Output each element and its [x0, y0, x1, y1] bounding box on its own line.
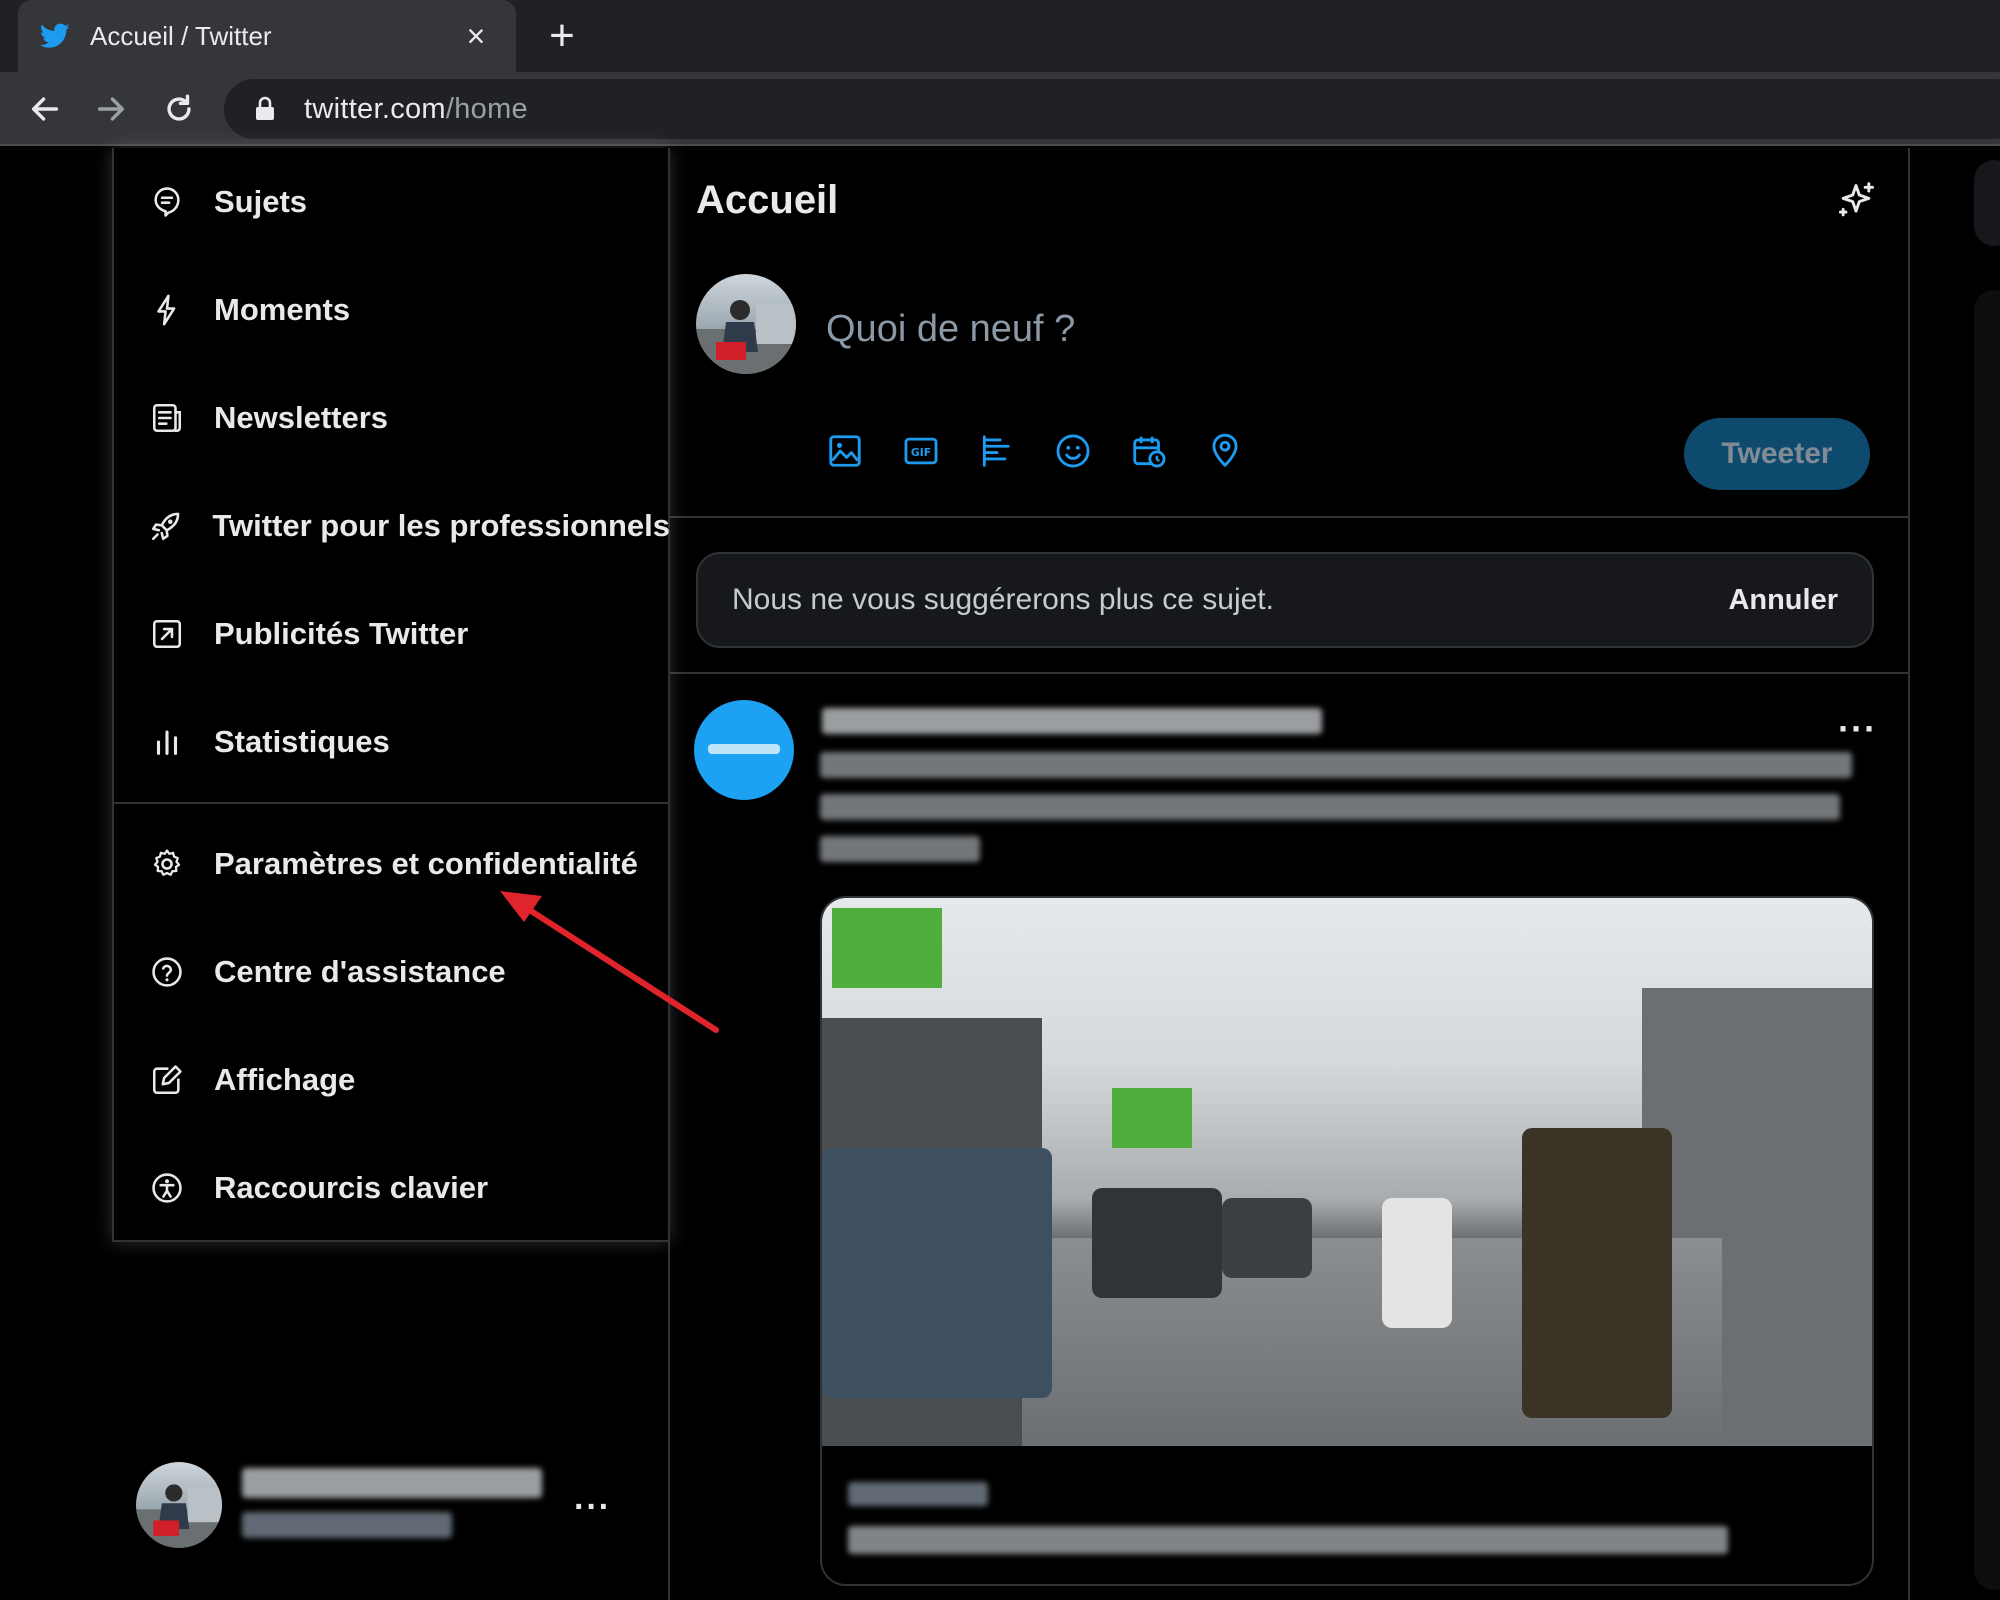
tweet-text-redacted [820, 836, 980, 862]
tweet-button[interactable]: Tweeter [1684, 418, 1870, 490]
tweet-author-redacted [822, 708, 1322, 734]
avatar[interactable] [696, 274, 796, 374]
image-icon[interactable] [826, 432, 864, 470]
street-photo [822, 898, 1872, 1446]
menu-item-label: Affichage [214, 1062, 356, 1097]
tweet-text-redacted [820, 752, 1852, 778]
card-title-redacted [848, 1526, 1728, 1554]
sparkle-icon[interactable] [1834, 180, 1878, 224]
menu-item-label: Publicités Twitter [214, 616, 469, 651]
reload-icon[interactable] [156, 86, 202, 132]
more-menu: Sujets Moments Newsletters Twitter pour … [112, 148, 670, 1242]
menu-item-newsletters[interactable]: Newsletters [114, 364, 670, 472]
tweet-media-card[interactable] [820, 896, 1874, 1586]
browser-toolbar: twitter.com/home [0, 72, 2000, 146]
car [1222, 1198, 1312, 1278]
new-tab-button[interactable]: + [538, 11, 586, 60]
menu-item-professionals[interactable]: Twitter pour les professionnels [114, 472, 670, 580]
rocket-icon [148, 507, 184, 545]
account-more-icon[interactable]: ··· [574, 1488, 611, 1527]
gif-icon[interactable]: GIF [902, 432, 940, 470]
url-path: /home [445, 92, 528, 125]
tweet-author-avatar[interactable] [694, 700, 794, 800]
address-bar[interactable]: twitter.com/home [224, 79, 2000, 139]
compose-input[interactable]: Quoi de neuf ? [826, 308, 1075, 351]
tab-title: Accueil / Twitter [90, 20, 272, 51]
notice-text: Nous ne vous suggérerons plus ce sujet. [732, 583, 1274, 616]
lightning-icon [148, 291, 186, 329]
menu-item-label: Sujets [214, 184, 308, 219]
menu-item-ads[interactable]: Publicités Twitter [114, 580, 670, 688]
column-divider [1908, 148, 1910, 1600]
browser-tab-bar: Accueil / Twitter × + [0, 0, 2000, 72]
card-domain-redacted [848, 1482, 988, 1506]
forward-arrow-icon[interactable] [88, 86, 134, 132]
edit-display-icon [148, 1061, 186, 1099]
bar-chart-icon [148, 723, 186, 761]
svg-text:GIF: GIF [911, 446, 931, 459]
compose-toolbar: GIF [826, 432, 1244, 470]
motorbike [1522, 1128, 1672, 1418]
back-arrow-icon[interactable] [22, 86, 68, 132]
schedule-icon[interactable] [1130, 432, 1168, 470]
lock-icon [254, 95, 282, 123]
search-pill [1974, 160, 2000, 246]
menu-item-analytics[interactable]: Statistiques [114, 688, 670, 796]
close-tab-icon[interactable]: × [458, 18, 494, 54]
green-sign [1112, 1088, 1192, 1148]
tweet-text-redacted [820, 794, 1840, 820]
account-name-redacted [242, 1468, 542, 1498]
newsletter-icon [148, 399, 186, 437]
emoji-icon[interactable] [1054, 432, 1092, 470]
menu-item-label: Paramètres et confidentialité [214, 846, 638, 881]
menu-item-label: Twitter pour les professionnels [212, 508, 670, 543]
menu-item-topics[interactable]: Sujets [114, 148, 670, 256]
gear-icon [148, 845, 186, 883]
external-arrow-icon [148, 615, 186, 653]
account-avatar[interactable] [136, 1462, 222, 1548]
menu-divider [114, 802, 670, 804]
divider [670, 672, 1908, 674]
account-handle-redacted [242, 1512, 452, 1538]
more-options-icon[interactable]: ··· [1838, 708, 1877, 750]
divider [670, 516, 1908, 518]
menu-item-label: Moments [214, 292, 351, 327]
menu-item-label: Raccourcis clavier [214, 1170, 489, 1205]
poll-icon[interactable] [978, 432, 1016, 470]
twitter-bird-icon [40, 21, 70, 51]
accessibility-icon [148, 1169, 186, 1207]
menu-item-display[interactable]: Affichage [114, 1026, 670, 1134]
car [822, 1148, 1052, 1398]
motorbike [1382, 1198, 1452, 1328]
undo-button[interactable]: Annuler [1728, 584, 1838, 617]
url-host: twitter.com [304, 92, 446, 125]
menu-item-label: Centre d'assistance [214, 954, 506, 989]
url-text: twitter.com/home [304, 93, 528, 126]
sidebar-panel [1974, 290, 2000, 1590]
menu-item-moments[interactable]: Moments [114, 256, 670, 364]
menu-item-label: Statistiques [214, 724, 390, 759]
location-icon[interactable] [1206, 432, 1244, 470]
car [1092, 1188, 1222, 1298]
menu-item-label: Newsletters [214, 400, 389, 435]
browser-tab[interactable]: Accueil / Twitter × [18, 0, 516, 72]
green-sign [832, 908, 942, 988]
menu-item-keyboard-shortcuts[interactable]: Raccourcis clavier [114, 1134, 670, 1242]
topic-dismissed-notice: Nous ne vous suggérerons plus ce sujet. … [696, 552, 1874, 648]
page-title: Accueil [696, 178, 839, 222]
help-circle-icon [148, 953, 186, 991]
annotation-arrow-icon [500, 891, 719, 1033]
topics-icon [148, 183, 186, 221]
